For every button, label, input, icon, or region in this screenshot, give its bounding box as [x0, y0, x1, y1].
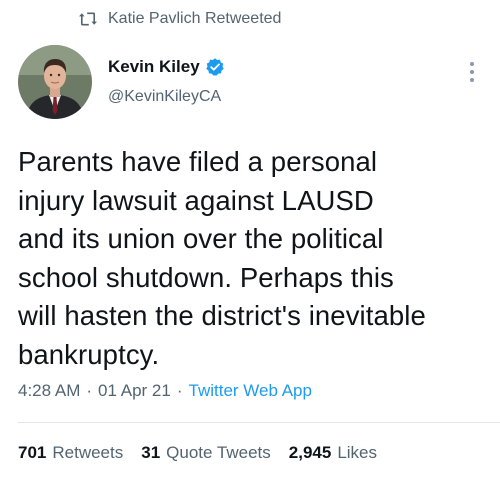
- author-name[interactable]: Kevin Kiley: [108, 57, 200, 77]
- tweet-text: Parents have filed a personal injury law…: [18, 146, 426, 370]
- quote-tweets-label: Quote Tweets: [166, 443, 271, 462]
- meta-separator: ·: [86, 381, 93, 400]
- retweets-count: 701: [18, 443, 47, 462]
- meta-separator: ·: [176, 381, 183, 400]
- author-handle[interactable]: @KevinKileyCA: [108, 88, 225, 106]
- author-block[interactable]: Kevin Kiley @KevinKileyCA: [108, 56, 225, 106]
- tweet-time[interactable]: 4:28 AM: [18, 381, 80, 401]
- quote-tweets-count: 31: [141, 443, 161, 462]
- divider: [18, 422, 500, 423]
- likes-label: Likes: [337, 443, 377, 462]
- retweet-icon: [78, 10, 98, 28]
- tweet-meta: 4:28 AM · 01 Apr 21 · Twitter Web App: [18, 381, 312, 401]
- social-context-label: Katie Pavlich Retweeted: [108, 10, 282, 27]
- likes-count: 2,945: [288, 443, 332, 462]
- retweets-label: Retweets: [52, 443, 124, 462]
- tweet-source-link[interactable]: Twitter Web App: [189, 381, 312, 401]
- quote-tweets-stat[interactable]: 31 Quote Tweets: [141, 443, 271, 463]
- tweet-stats: 701 Retweets 31 Quote Tweets 2,945 Likes: [18, 443, 395, 463]
- avatar[interactable]: [18, 45, 92, 119]
- retweets-stat[interactable]: 701 Retweets: [18, 443, 123, 463]
- more-options-icon[interactable]: [462, 60, 482, 84]
- verified-badge-icon: [205, 57, 225, 77]
- tweet-date[interactable]: 01 Apr 21: [98, 381, 171, 401]
- likes-stat[interactable]: 2,945 Likes: [289, 443, 377, 463]
- social-context[interactable]: Katie Pavlich Retweeted: [78, 8, 281, 30]
